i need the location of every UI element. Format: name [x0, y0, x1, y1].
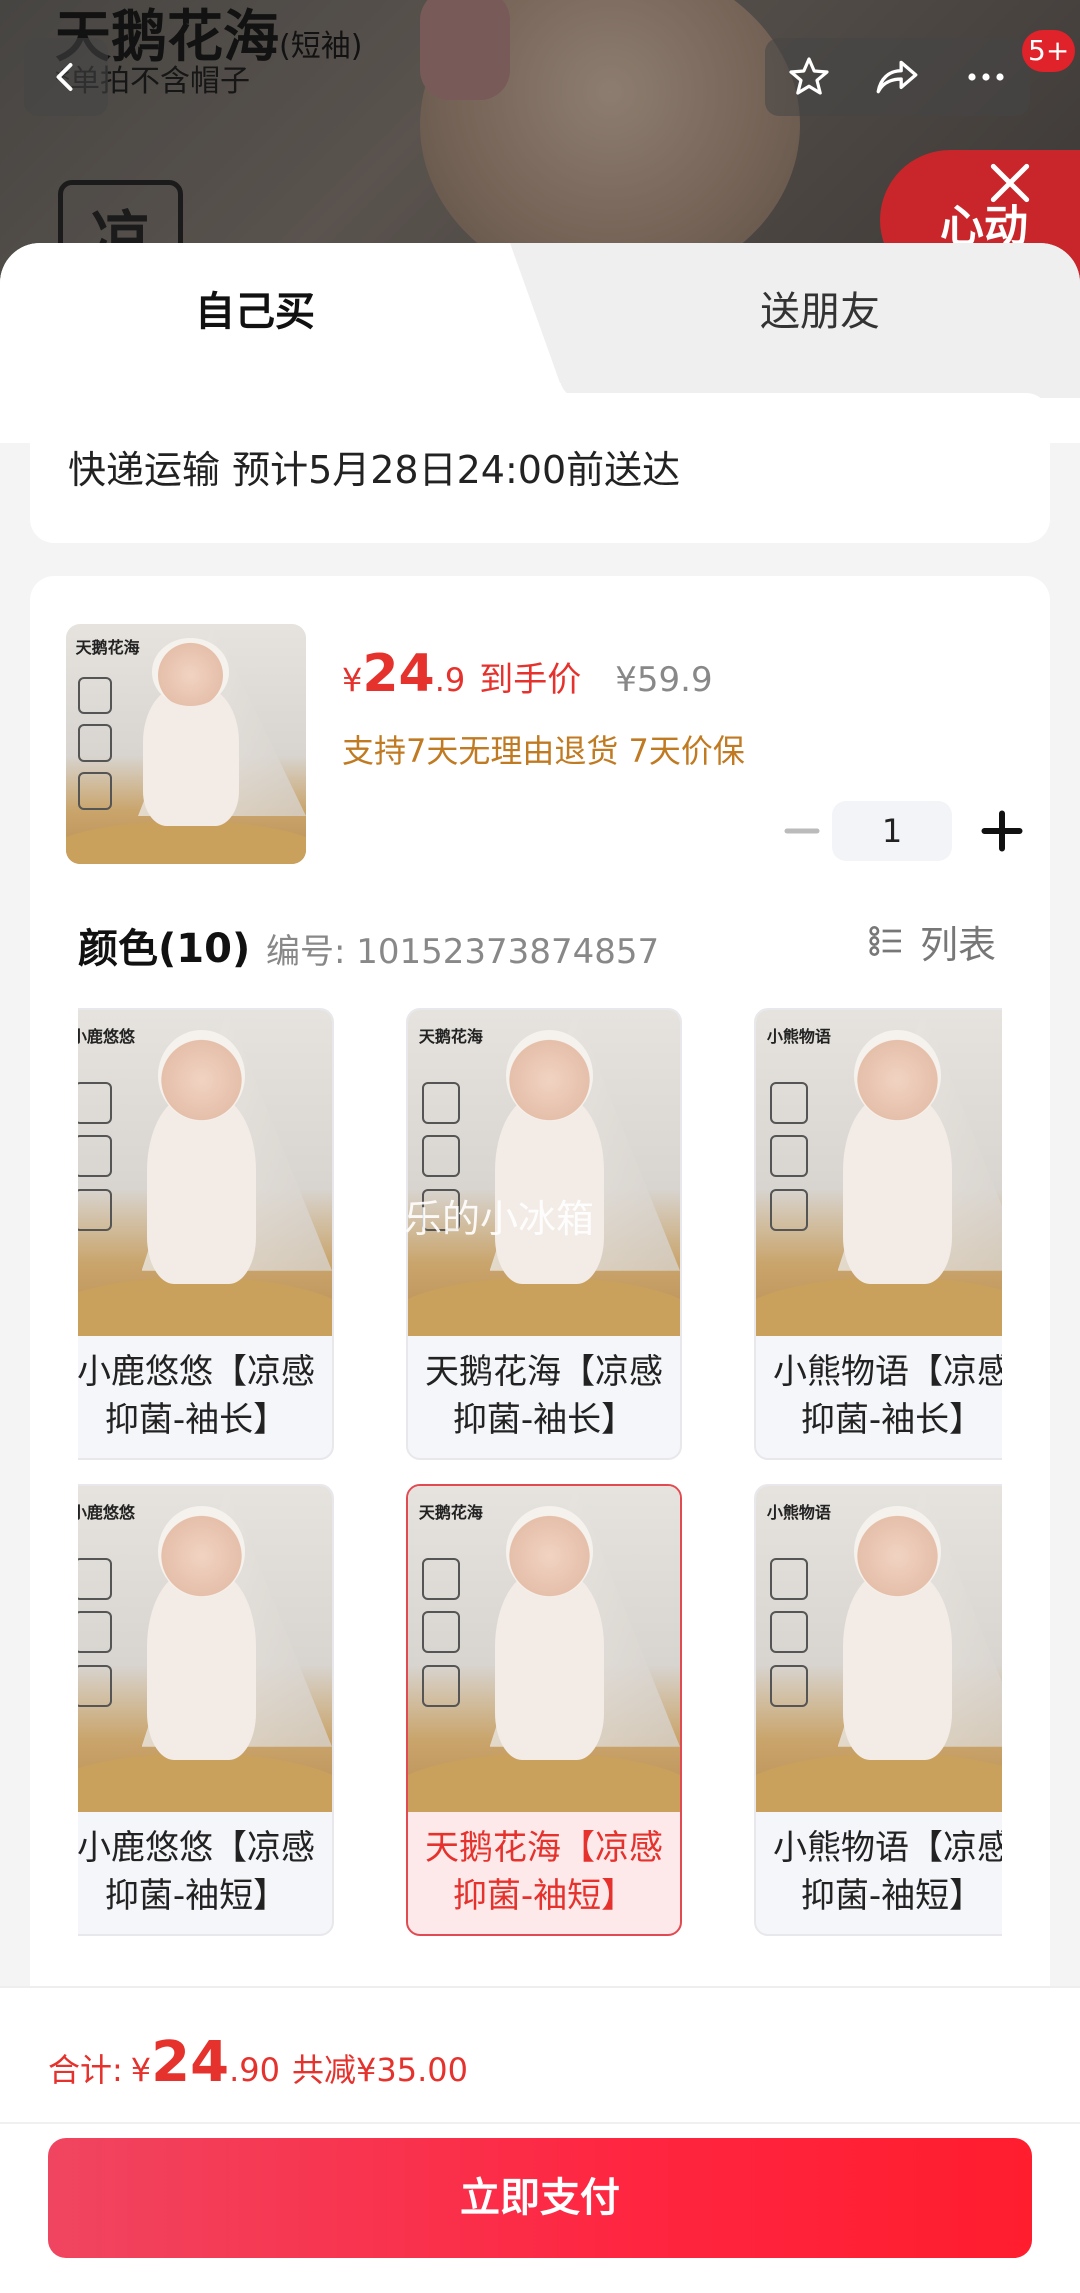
sku-card: 天鹅花海 ¥24.9 到手价 ¥59.9 支持7天无理由退货 7天价保 1 颜色(1…: [30, 576, 1050, 2176]
price-tag: 到手价: [479, 660, 582, 700]
sku-number: 编号: 10152373874857: [266, 932, 660, 972]
product-thumbnail[interactable]: 天鹅花海: [66, 624, 306, 864]
color-grid: 小鹿悠悠 小鹿悠悠【凉感抑菌-袖长】 天鹅花海 天鹅花海【凉感抑菌-袖长】 小熊…: [78, 1008, 1002, 1968]
color-option[interactable]: 小熊物语 小熊物语【凉感抑菌-袖短】: [754, 1484, 1002, 1936]
color-option[interactable]: 小熊物语 小熊物语【凉感抑菌-袖长】: [754, 1008, 1002, 1460]
service-guarantee: 支持7天无理由退货 7天价保: [342, 732, 745, 770]
color-heading: 颜色(10): [78, 926, 251, 972]
pay-now-button[interactable]: 立即支付: [48, 2138, 1032, 2258]
color-option[interactable]: 小鹿悠悠 小鹿悠悠【凉感抑菌-袖长】: [78, 1008, 334, 1460]
quantity-input[interactable]: 1: [832, 801, 952, 861]
more-icon[interactable]: [962, 53, 1010, 101]
tab-self[interactable]: 自己买: [0, 243, 560, 383]
list-view-toggle[interactable]: 列表: [866, 916, 996, 967]
delivery-text: 快递运输 预计5月28日24:00前送达: [68, 448, 681, 492]
share-icon[interactable]: [872, 52, 922, 102]
minus-button[interactable]: [772, 801, 832, 861]
discount: 共减¥35.00: [291, 2051, 468, 2089]
order-total: 合计: ¥24.90 共减¥35.00: [48, 2030, 468, 2095]
top-actions: [765, 38, 1030, 116]
color-option-selected[interactable]: 天鹅花海 天鹅花海【凉感抑菌-袖短】: [406, 1484, 682, 1936]
purchase-tabs: 送朋友 自己买: [0, 243, 1080, 383]
list-icon: [869, 925, 901, 957]
chevron-left-icon: [56, 63, 73, 91]
checkout-footer: 合计: ¥24.90 共减¥35.00 立即支付: [0, 1986, 1080, 2293]
color-option[interactable]: 小鹿悠悠 小鹿悠悠【凉感抑菌-袖短】: [78, 1484, 334, 1936]
color-option[interactable]: 天鹅花海 天鹅花海【凉感抑菌-袖长】: [406, 1008, 682, 1460]
back-button[interactable]: [24, 38, 108, 116]
notification-badge: 5+: [1022, 30, 1076, 72]
original-price: ¥59.9: [615, 660, 713, 700]
quantity-stepper: 1: [772, 801, 1030, 863]
star-icon[interactable]: [785, 53, 833, 101]
price: ¥24.9 到手价 ¥59.9: [342, 644, 713, 704]
plus-button[interactable]: [972, 801, 1032, 861]
close-icon[interactable]: [985, 158, 1035, 208]
delivery-info: 快递运输 预计5月28日24:00前送达: [30, 393, 1050, 543]
